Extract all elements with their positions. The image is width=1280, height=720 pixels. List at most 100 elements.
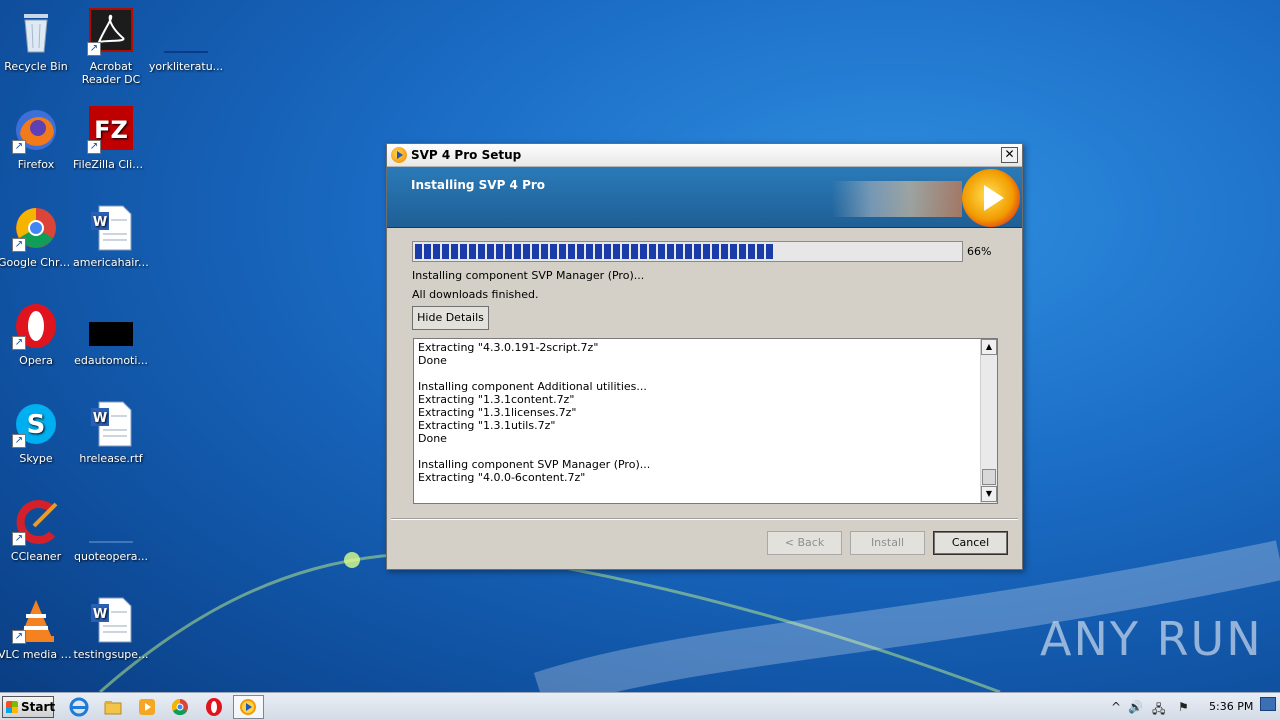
svg-text:W: W — [93, 411, 107, 426]
desktop-icon-label: edautomoti... — [74, 354, 148, 367]
desktop-icon-label: Recycle Bin — [4, 60, 68, 73]
desktop-icon-label: CCleaner — [10, 550, 62, 563]
desktop-icon-vlc[interactable]: ↗ VLC media player — [0, 596, 74, 661]
cancel-button[interactable]: Cancel — [933, 531, 1008, 555]
desktop-icon-label: yorkliteratu... — [148, 60, 224, 73]
footer-separator — [391, 518, 1018, 520]
desktop-icon-label: americahair.rtf — [73, 256, 149, 269]
show-desktop-button[interactable] — [1260, 697, 1276, 711]
svp-play-logo-icon — [962, 169, 1020, 227]
shortcut-arrow-icon: ↗ — [12, 532, 26, 546]
desktop-icon-quoteopera[interactable]: quoteopera... — [73, 498, 149, 563]
action-center-flag-icon[interactable]: ⚑ — [1178, 700, 1189, 714]
file-icon — [87, 302, 135, 350]
desktop-icon-testingsupe[interactable]: W testingsupe... — [73, 596, 149, 661]
svp-taskbar-icon — [240, 699, 256, 715]
log-line: Extracting "1.3.1licenses.7z" — [418, 406, 577, 419]
back-button[interactable]: < Back — [767, 531, 842, 555]
desktop-icon-chrome[interactable]: ↗ Google Chrome — [0, 204, 74, 269]
log-line: Extracting "4.0.0-6content.7z" — [418, 471, 586, 484]
shortcut-arrow-icon: ↗ — [12, 336, 26, 350]
desktop-icon-hrelease[interactable]: W hrelease.rtf — [73, 400, 149, 465]
log-line: Extracting "1.3.1content.7z" — [418, 393, 575, 406]
svg-text:W: W — [93, 607, 107, 622]
internet-explorer-icon[interactable] — [69, 697, 89, 717]
desktop-icon-label: Firefox — [17, 158, 55, 171]
desktop-icon-opera[interactable]: ↗ Opera — [0, 302, 74, 367]
anyrun-watermark: ANY RUN — [1040, 612, 1263, 666]
setup-dialog: SVP 4 Pro Setup ✕ Installing SVP 4 Pro 6… — [386, 143, 1023, 570]
word-doc-icon: W — [87, 204, 135, 252]
desktop-icon-label: Opera — [19, 354, 53, 367]
chrome-icon: ↗ — [12, 204, 60, 252]
status-text: Installing component SVP Manager (Pro)..… — [412, 269, 645, 282]
chrome-taskbar-icon[interactable] — [170, 697, 190, 717]
install-button[interactable]: Install — [850, 531, 925, 555]
shortcut-arrow-icon: ↗ — [12, 140, 26, 154]
desktop-icon-yorkliteratu[interactable]: yorkliteratu... — [148, 8, 224, 73]
close-icon: ✕ — [1004, 147, 1015, 161]
hide-details-button[interactable]: Hide Details — [412, 306, 489, 330]
log-line: Installing component Additional utilitie… — [418, 380, 647, 393]
start-button[interactable]: Start — [2, 696, 55, 718]
desktop-icon-americahair[interactable]: W americahair.rtf — [73, 204, 149, 269]
banner-image — [832, 181, 962, 217]
windows-logo-icon — [6, 701, 18, 713]
word-doc-icon: W — [87, 400, 135, 448]
log-lines: Extracting "4.3.0.191-2script.7z" Done I… — [418, 341, 650, 484]
svg-text:W: W — [93, 215, 107, 230]
tray-expand-icon[interactable]: ^ — [1111, 700, 1121, 714]
shortcut-arrow-icon: ↗ — [87, 42, 101, 56]
log-scrollbar[interactable]: ▲ ▼ — [980, 339, 997, 503]
header-banner: Installing SVP 4 Pro — [387, 167, 1022, 228]
file-icon — [162, 8, 210, 56]
file-explorer-icon[interactable] — [103, 697, 123, 717]
shortcut-arrow-icon: ↗ — [12, 238, 26, 252]
dialog-title: SVP 4 Pro Setup — [411, 148, 522, 162]
desktop-icon-edautomoti[interactable]: edautomoti... — [73, 302, 149, 367]
banner-title: Installing SVP 4 Pro — [411, 178, 546, 192]
scroll-thumb[interactable] — [982, 469, 996, 485]
desktop-icon-ccleaner[interactable]: ↗ CCleaner — [0, 498, 74, 563]
desktop-icon-acrobat[interactable]: ↗ Acrobat Reader DC — [73, 8, 149, 86]
taskbar-clock[interactable]: 5:36 PM — [1209, 700, 1253, 713]
desktop-icon-label: VLC media player — [0, 648, 74, 661]
opera-taskbar-icon[interactable] — [204, 697, 224, 717]
desktop-icon-firefox[interactable]: ↗ Firefox — [0, 106, 74, 171]
scroll-up-button[interactable]: ▲ — [981, 339, 997, 355]
desktop-icon-label: Google Chrome — [0, 256, 74, 269]
acrobat-icon: ↗ — [87, 8, 135, 56]
shortcut-arrow-icon: ↗ — [87, 140, 101, 154]
dialog-titlebar[interactable]: SVP 4 Pro Setup ✕ — [387, 144, 1022, 167]
progress-bar-fill — [415, 244, 775, 259]
vlc-icon: ↗ — [12, 596, 60, 644]
scroll-down-button[interactable]: ▼ — [981, 486, 997, 502]
volume-icon[interactable]: 🔊 — [1128, 700, 1143, 714]
desktop-icon-label: FileZilla Client — [73, 158, 149, 171]
desktop-icon-filezilla[interactable]: FZ ↗ FileZilla Client — [73, 106, 149, 171]
log-line: Done — [418, 432, 447, 445]
desktop-icon-recycle-bin[interactable]: Recycle Bin — [0, 8, 74, 73]
log-line: Extracting "1.3.1utils.7z" — [418, 419, 556, 432]
media-player-icon[interactable] — [137, 697, 157, 717]
network-icon[interactable]: 🖧 — [1152, 700, 1165, 720]
ccleaner-icon: ↗ — [12, 498, 60, 546]
arrow-down-icon: ▼ — [985, 489, 993, 498]
log-line: Extracting "4.3.0.191-2script.7z" — [418, 341, 599, 354]
desktop-icon-label: hrelease.rtf — [79, 452, 143, 465]
desktop-icon-skype[interactable]: S ↗ Skype — [0, 400, 74, 465]
downloads-status-text: All downloads finished. — [412, 288, 539, 301]
close-button[interactable]: ✕ — [1001, 147, 1018, 163]
details-log[interactable]: Extracting "4.3.0.191-2script.7z" Done I… — [413, 338, 998, 504]
recycle-bin-icon — [12, 8, 60, 56]
shortcut-arrow-icon: ↗ — [12, 434, 26, 448]
opera-icon: ↗ — [12, 302, 60, 350]
desktop-icon-label: testingsupe... — [73, 648, 149, 661]
log-line: Done — [418, 354, 447, 367]
svp-setup-taskbar-button[interactable] — [233, 695, 264, 719]
log-line: Installing component SVP Manager (Pro)..… — [418, 458, 651, 471]
progress-percent: 66% — [967, 245, 992, 258]
skype-icon: S ↗ — [12, 400, 60, 448]
desktop-icon-label: Acrobat Reader DC — [81, 60, 141, 86]
